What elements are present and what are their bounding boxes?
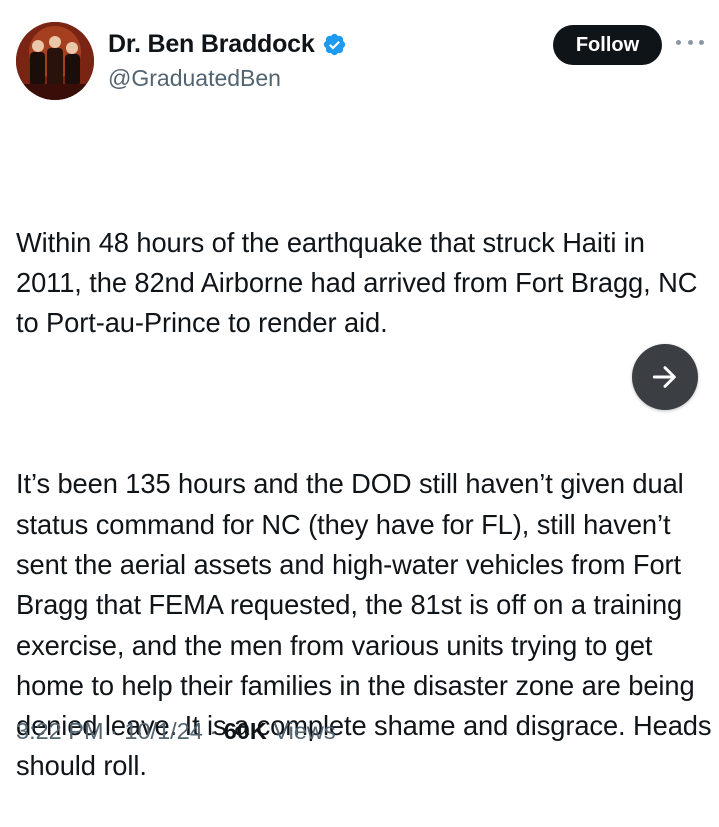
- views-label: Views: [266, 718, 336, 744]
- verified-badge-icon[interactable]: [322, 32, 347, 57]
- more-dot: [687, 39, 693, 45]
- arrow-right-icon: [652, 366, 676, 388]
- meta-separator: ·: [202, 718, 224, 744]
- next-arrow-button[interactable]: [632, 344, 698, 410]
- tweet-meta: 3:22 PM · 10/1/24 · 60K Views: [16, 718, 336, 745]
- more-options-icon[interactable]: [676, 32, 704, 52]
- views-count[interactable]: 60K: [224, 718, 267, 744]
- display-name[interactable]: Dr. Ben Braddock: [108, 30, 315, 59]
- tweet-header: Dr. Ben Braddock @GraduatedBen Follow: [0, 0, 719, 120]
- meta-separator: ·: [103, 718, 125, 744]
- tweet-date[interactable]: 10/1/24: [124, 718, 202, 744]
- author-handle[interactable]: @GraduatedBen: [108, 65, 347, 92]
- display-name-row: Dr. Ben Braddock: [108, 26, 347, 62]
- avatar[interactable]: [16, 22, 94, 100]
- follow-button[interactable]: Follow: [553, 25, 662, 65]
- profile-photo: [16, 22, 94, 100]
- author-info: Dr. Ben Braddock @GraduatedBen: [108, 26, 347, 92]
- more-dot: [699, 39, 704, 45]
- tweet-paragraph-1: Within 48 hours of the earthquake that s…: [16, 226, 705, 339]
- more-dot: [676, 39, 681, 45]
- tweet-time[interactable]: 3:22 PM: [16, 718, 104, 744]
